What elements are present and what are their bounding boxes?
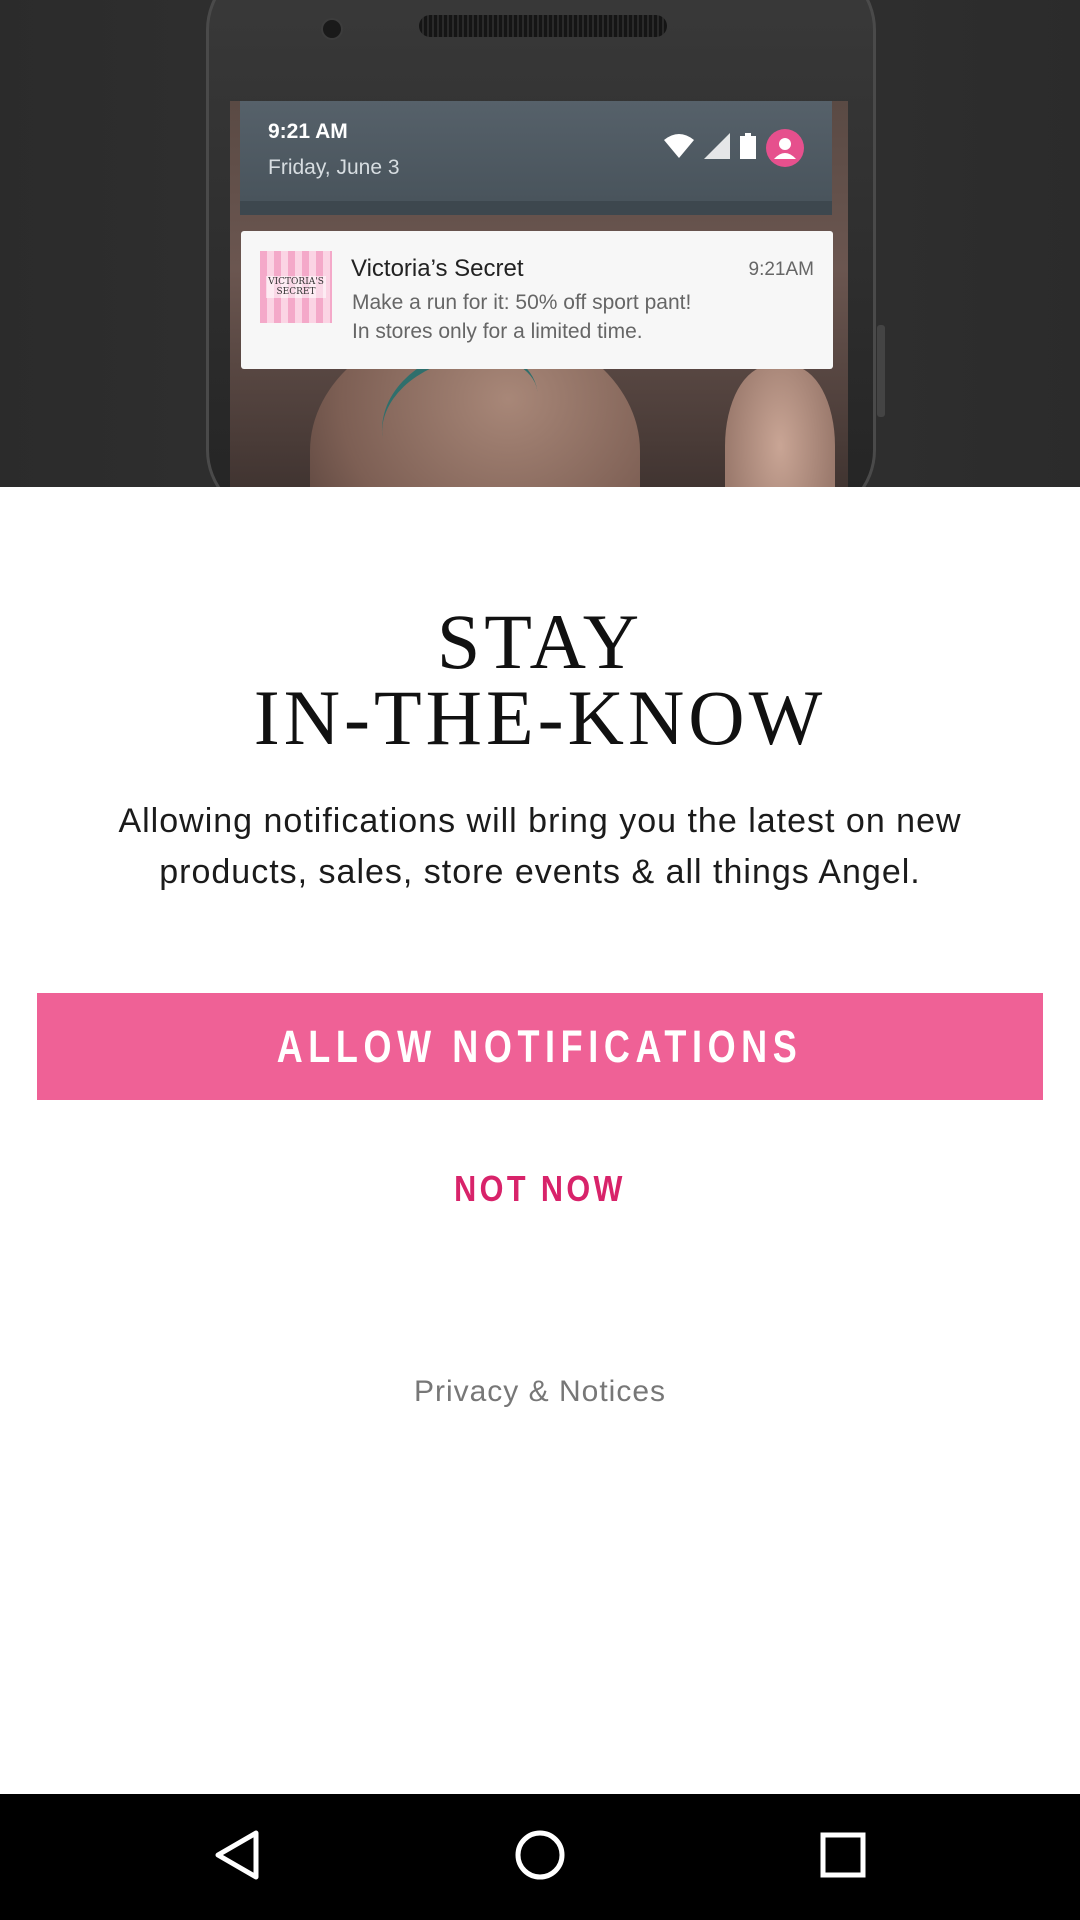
status-icons <box>664 129 804 167</box>
camera-dot <box>321 18 343 40</box>
brand-logo-text: VICTORIA'S SECRET <box>266 276 326 298</box>
recents-button[interactable] <box>813 1827 873 1887</box>
brand-logo: VICTORIA'S SECRET <box>260 251 332 323</box>
speaker-grille <box>419 15 667 37</box>
home-icon <box>514 1829 566 1886</box>
notification-card: VICTORIA'S SECRET Victoria’s Secret 9:21… <box>241 231 833 369</box>
battery-icon <box>740 132 756 164</box>
status-date: Friday, June 3 <box>268 156 400 179</box>
notification-line-1: Make a run for it: 50% off sport pant! <box>352 291 692 314</box>
page-title: STAY IN-THE-KNOW <box>0 598 1080 761</box>
signal-icon <box>704 132 730 164</box>
description-line-2: products, sales, store events & all thin… <box>159 853 921 891</box>
description: Allowing notifications will bring you th… <box>40 796 1040 898</box>
recents-icon <box>820 1832 866 1883</box>
status-panel: 9:21 AM Friday, June 3 <box>240 101 832 215</box>
privacy-notices-link[interactable]: Privacy & Notices <box>0 1375 1080 1409</box>
notification-line-2: In stores only for a limited time. <box>352 320 643 343</box>
allow-notifications-label: ALLOW NOTIFICATIONS <box>277 1020 803 1072</box>
title-line-2: IN-THE-KNOW <box>253 674 827 761</box>
not-now-label: NOT NOW <box>454 1168 626 1209</box>
not-now-button[interactable]: NOT NOW <box>0 1168 1080 1210</box>
status-time: 9:21 AM <box>268 120 348 143</box>
phone-screen: 9:21 AM Friday, June 3 VICTORIA'S SECRET… <box>230 101 848 487</box>
notification-title: Victoria’s Secret <box>351 255 524 282</box>
phone-side-button <box>877 325 885 417</box>
allow-notifications-button[interactable]: ALLOW NOTIFICATIONS <box>37 993 1043 1100</box>
back-icon <box>214 1829 260 1886</box>
system-nav-bar <box>0 1794 1080 1920</box>
notification-time: 9:21AM <box>748 259 814 280</box>
photo-hand <box>725 366 835 487</box>
avatar-icon <box>766 129 804 167</box>
home-button[interactable] <box>510 1827 570 1887</box>
hero-image: 9:21 AM Friday, June 3 VICTORIA'S SECRET… <box>0 0 1080 487</box>
description-line-1: Allowing notifications will bring you th… <box>118 802 962 840</box>
title-line-1: STAY <box>436 598 644 685</box>
wifi-icon <box>664 133 694 163</box>
back-button[interactable] <box>207 1827 267 1887</box>
status-panel-divider <box>240 201 832 215</box>
